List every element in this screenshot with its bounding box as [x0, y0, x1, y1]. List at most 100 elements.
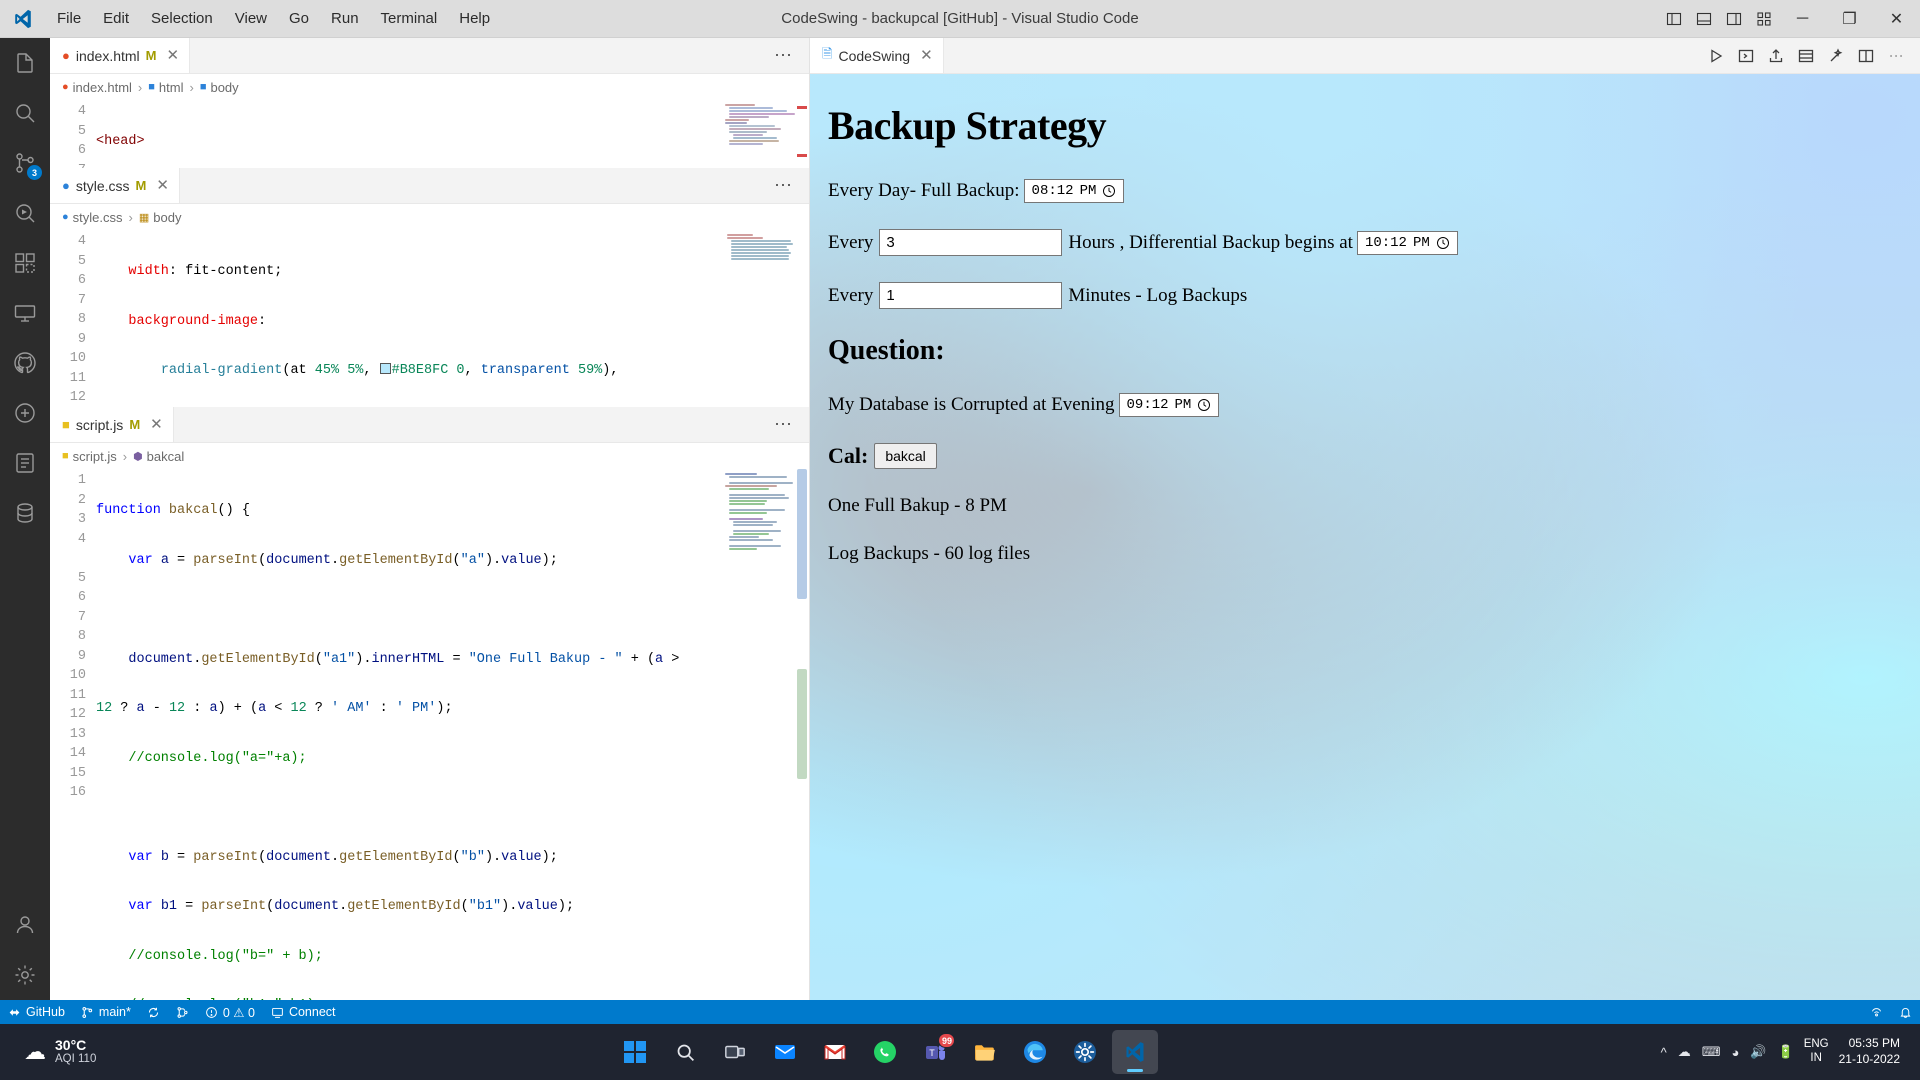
differential-time-input[interactable]: 10:12 PM [1356, 230, 1458, 255]
code-area-index-html[interactable]: 456789 <head> <meta charset="UTF-8"> <me… [50, 100, 809, 168]
code-area-style-css[interactable]: 45678910111213 width: fit-content; backg… [50, 230, 809, 407]
export-icon[interactable] [1762, 42, 1790, 70]
wand-icon[interactable] [1822, 42, 1850, 70]
full-backup-time-input[interactable]: 08:12 PM [1023, 179, 1125, 203]
split-icon[interactable] [1852, 42, 1880, 70]
vertical-scrollbar-index-html[interactable] [795, 100, 809, 168]
settings-gear-icon[interactable] [0, 950, 50, 1000]
remote-explorer-icon[interactable] [0, 288, 50, 338]
menu-bar[interactable]: File Edit Selection View Go Run Terminal… [46, 0, 501, 37]
layout-icon[interactable] [1792, 42, 1820, 70]
whatsapp-app[interactable] [862, 1030, 908, 1074]
codeswing-icon[interactable] [0, 388, 50, 438]
branch-status[interactable]: main* [73, 1000, 139, 1024]
problems-status[interactable]: 0 ⚠ 0 [197, 1000, 263, 1024]
breadcrumb-html[interactable]: ■ html [148, 80, 183, 95]
menu-selection[interactable]: Selection [140, 0, 224, 37]
breadcrumb-selector[interactable]: ▦ body [139, 210, 182, 225]
menu-view[interactable]: View [224, 0, 278, 37]
source-control-icon[interactable]: 3 [0, 138, 50, 188]
tab-codeswing[interactable]: 🗎 CodeSwing ✕ [810, 38, 944, 73]
editor-more-actions-icon[interactable]: ⋯ [770, 414, 797, 435]
file-explorer-app[interactable] [962, 1030, 1008, 1074]
restore-button[interactable]: ❐ [1826, 0, 1873, 37]
settings-app[interactable] [1062, 1030, 1108, 1074]
onedrive-icon[interactable]: ☁ [1678, 1044, 1691, 1060]
panel-bottom-icon[interactable] [1689, 0, 1719, 37]
vertical-scrollbar-style-css[interactable] [795, 230, 809, 407]
menu-terminal[interactable]: Terminal [370, 0, 449, 37]
accounts-icon[interactable] [0, 900, 50, 950]
search-icon[interactable] [0, 88, 50, 138]
code-content[interactable]: width: fit-content; background-image: ra… [96, 230, 809, 407]
tab-index-html[interactable]: ● index.html M ✕ [50, 38, 191, 73]
cloud-icon: ☁ [24, 1039, 46, 1064]
task-view-button[interactable] [712, 1030, 758, 1074]
edge-app[interactable] [1012, 1030, 1058, 1074]
mail-app[interactable] [762, 1030, 808, 1074]
breadcrumb-body[interactable]: ■ body [200, 80, 239, 95]
explorer-icon[interactable] [0, 38, 50, 88]
keyboard-icon[interactable]: ⌨ [1702, 1044, 1721, 1060]
tab-close-icon[interactable]: ✕ [150, 417, 163, 432]
hours-input[interactable] [879, 229, 1063, 256]
tab-style-css[interactable]: ● style.css M ✕ [50, 168, 180, 203]
start-button[interactable] [612, 1030, 658, 1074]
breadcrumb-function[interactable]: ⬢ bakcal [133, 449, 184, 464]
sync-status[interactable] [139, 1000, 168, 1024]
weather-widget[interactable]: ☁ 30°C AQI 110 [6, 1037, 110, 1066]
volume-icon[interactable]: 🔊 [1750, 1044, 1766, 1060]
remote-github-status[interactable]: GitHub [0, 1000, 73, 1024]
breadcrumb-file[interactable]: ● index.html [62, 80, 132, 95]
battery-icon[interactable]: 🔋 [1778, 1044, 1794, 1060]
breadcrumb-label: style.css [72, 209, 123, 225]
customize-layout-icon[interactable] [1749, 0, 1779, 37]
code-area-script-js[interactable]: 123456 7 8 9 10 11 12 13 14 15 16 function bakca… [50, 469, 809, 1000]
minutes-input[interactable] [879, 282, 1063, 309]
more-icon[interactable] [1882, 42, 1910, 70]
tab-close-icon[interactable]: ✕ [156, 178, 169, 193]
run-debug-icon[interactable] [0, 188, 50, 238]
menu-run[interactable]: Run [320, 0, 370, 37]
close-button[interactable]: ✕ [1873, 0, 1920, 37]
gmail-app[interactable] [812, 1030, 858, 1074]
run-icon[interactable] [1702, 42, 1730, 70]
code-content[interactable]: <head> <meta charset="UTF-8"> <meta http… [96, 100, 809, 168]
vscode-app[interactable] [1112, 1030, 1159, 1074]
tab-close-icon[interactable]: ✕ [167, 48, 180, 63]
clock-widget[interactable]: 05:35 PM 21-10-2022 [1839, 1036, 1904, 1067]
panel-left-icon[interactable] [1659, 0, 1689, 37]
github-icon[interactable] [0, 338, 50, 388]
vertical-scrollbar-script-js[interactable] [795, 469, 809, 1000]
extensions-icon[interactable] [0, 238, 50, 288]
breadcrumb-file[interactable]: ■ script.js [62, 449, 117, 464]
database-icon[interactable] [0, 488, 50, 538]
minimize-button[interactable]: ─ [1779, 0, 1826, 37]
bell-icon[interactable] [1891, 1000, 1920, 1024]
menu-edit[interactable]: Edit [92, 0, 140, 37]
menu-go[interactable]: Go [278, 0, 320, 37]
panel-right-icon[interactable] [1719, 0, 1749, 37]
todo-tree-icon[interactable] [0, 438, 50, 488]
show-hidden-icons[interactable]: ^ [1661, 1045, 1667, 1060]
editor-more-actions-icon[interactable]: ⋯ [770, 45, 797, 66]
language-indicator[interactable]: ENG IN [1804, 1038, 1829, 1066]
tab-close-icon[interactable]: ✕ [920, 48, 933, 63]
code-content[interactable]: function bakcal() { var a = parseInt(doc… [96, 469, 809, 1000]
connect-status[interactable]: Connect [263, 1000, 344, 1024]
broadcast-icon[interactable] [1862, 1000, 1891, 1024]
corruption-time-input[interactable]: 09:12 PM [1118, 393, 1220, 417]
bakcal-button[interactable]: bakcal [874, 443, 937, 469]
breadcrumb-file[interactable]: ● style.css [62, 210, 123, 225]
line-numbers: 45678910111213 [69, 234, 86, 405]
menu-file[interactable]: File [46, 0, 92, 37]
search-taskbar-button[interactable] [662, 1030, 708, 1074]
wifi-icon[interactable]: ◕ [1731, 1045, 1739, 1060]
git-graph-status[interactable] [168, 1000, 197, 1024]
tab-script-js[interactable]: ■ script.js M ✕ [50, 407, 174, 442]
codeswing-preview[interactable]: Backup Strategy Every Day- Full Backup: … [810, 74, 1920, 1000]
editor-more-actions-icon[interactable]: ⋯ [770, 175, 797, 196]
teams-app[interactable]: T 99 [912, 1030, 958, 1074]
open-preview-icon[interactable] [1732, 42, 1760, 70]
menu-help[interactable]: Help [448, 0, 501, 37]
